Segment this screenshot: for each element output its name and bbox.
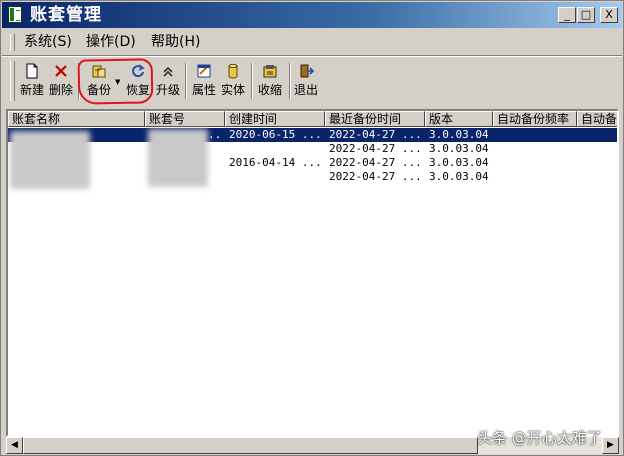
restore-button[interactable]: 恢复	[123, 61, 153, 101]
toolbar: 新建 删除 备份 ▼ 恢复 升级 属性 实体 收缩 退出	[2, 57, 622, 105]
menu-bar: 系统(S) 操作(D) 帮助(H)	[2, 29, 622, 56]
new-label: 新建	[19, 83, 44, 97]
column-header-account-number[interactable]: 账套号	[145, 111, 225, 127]
column-header-auto-backup[interactable]: 自动备	[577, 111, 617, 127]
toolbar-separator	[251, 63, 253, 99]
app-icon	[8, 6, 22, 23]
new-document-icon	[24, 63, 40, 79]
entity-label: 实体	[220, 83, 245, 97]
scroll-thumb[interactable]	[23, 437, 478, 454]
backup-dropdown-arrow-icon[interactable]: ▼	[115, 78, 120, 86]
properties-button[interactable]: 属性	[190, 61, 218, 101]
table-row[interactable]: 2016-04-14 ... 2022-04-27 ... 3.0.03.04	[8, 156, 617, 170]
column-header-backup-frequency[interactable]: 自动备份频率	[493, 111, 577, 127]
cell-created: 2020-06-15 ...	[229, 128, 322, 141]
app-window: 账套管理 _ □ X 系统(S) 操作(D) 帮助(H) 新建 删除 备份 ▼ …	[0, 0, 624, 456]
shrink-label: 收缩	[257, 83, 282, 97]
window-title: 账套管理	[30, 5, 102, 25]
menu-system[interactable]: 系统(S)	[24, 34, 72, 51]
shrink-button[interactable]: 收缩	[255, 61, 285, 101]
new-button[interactable]: 新建	[19, 61, 45, 101]
menu-help[interactable]: 帮助(H)	[151, 34, 200, 51]
column-header-version[interactable]: 版本	[425, 111, 493, 127]
restore-refresh-icon	[130, 63, 146, 79]
toolbar-separator	[185, 63, 187, 99]
scroll-right-arrow-icon[interactable]: ▶	[602, 437, 619, 454]
account-list[interactable]: 账套名称 账套号 创建时间 最近备份时间 版本 自动备份频率 自动备 .. 20…	[6, 109, 619, 437]
cell-last-backup: 2022-04-27 ...	[329, 170, 422, 183]
toolbar-separator	[289, 63, 291, 99]
menubar-grip	[10, 34, 15, 51]
cell-version: 3.0.03.04	[429, 142, 489, 155]
column-header-created-time[interactable]: 创建时间	[225, 111, 325, 127]
restore-label: 恢复	[125, 83, 150, 97]
cell-version: 3.0.03.04	[429, 170, 489, 183]
properties-label: 属性	[191, 83, 216, 97]
table-row[interactable]: .. 2020-06-15 ... 2022-04-27 ... 3.0.03.…	[8, 128, 617, 142]
maximize-button[interactable]: □	[577, 7, 595, 23]
table-row[interactable]: 2022-04-27 ... 3.0.03.04	[8, 170, 617, 184]
column-header-account-name[interactable]: 账套名称	[8, 111, 145, 127]
shrink-compress-icon	[262, 63, 278, 79]
table-row[interactable]: 2022-04-27 ... 3.0.03.04	[8, 142, 617, 156]
title-bar[interactable]: 账套管理 _ □ X	[2, 2, 622, 28]
cell-last-backup: 2022-04-27 ...	[329, 156, 422, 169]
minimize-button[interactable]: _	[558, 7, 576, 23]
backup-label: 备份	[86, 83, 111, 97]
upgrade-arrow-icon	[160, 63, 176, 79]
cell-version: 3.0.03.04	[429, 128, 489, 141]
upgrade-label: 升级	[155, 83, 180, 97]
watermark-text: 头条 @开心太难了	[477, 429, 602, 447]
entity-button[interactable]: 实体	[219, 61, 247, 101]
redacted-account-number	[148, 129, 208, 187]
backup-button[interactable]: 备份	[82, 61, 116, 101]
upgrade-button[interactable]: 升级	[154, 61, 182, 101]
toolbar-separator	[78, 63, 80, 99]
cell-trunc: ..	[208, 128, 222, 141]
cell-last-backup: 2022-04-27 ...	[329, 142, 422, 155]
column-header-last-backup[interactable]: 最近备份时间	[325, 111, 425, 127]
exit-label: 退出	[293, 83, 318, 97]
cell-version: 3.0.03.04	[429, 156, 489, 169]
properties-icon	[196, 63, 212, 79]
menu-operations[interactable]: 操作(D)	[86, 34, 136, 51]
scroll-left-arrow-icon[interactable]: ◀	[6, 437, 23, 454]
cell-last-backup: 2022-04-27 ...	[329, 128, 422, 141]
database-cylinder-icon	[225, 63, 241, 79]
cell-created: 2016-04-14 ...	[229, 156, 322, 169]
delete-x-icon	[53, 63, 69, 79]
delete-button[interactable]: 删除	[47, 61, 75, 101]
backup-folder-icon	[91, 63, 107, 79]
delete-label: 删除	[48, 83, 73, 97]
exit-button[interactable]: 退出	[292, 61, 320, 101]
exit-door-icon	[298, 63, 315, 79]
close-button[interactable]: X	[600, 7, 618, 23]
toolbar-grip	[10, 61, 15, 101]
redacted-account-name	[10, 131, 90, 189]
